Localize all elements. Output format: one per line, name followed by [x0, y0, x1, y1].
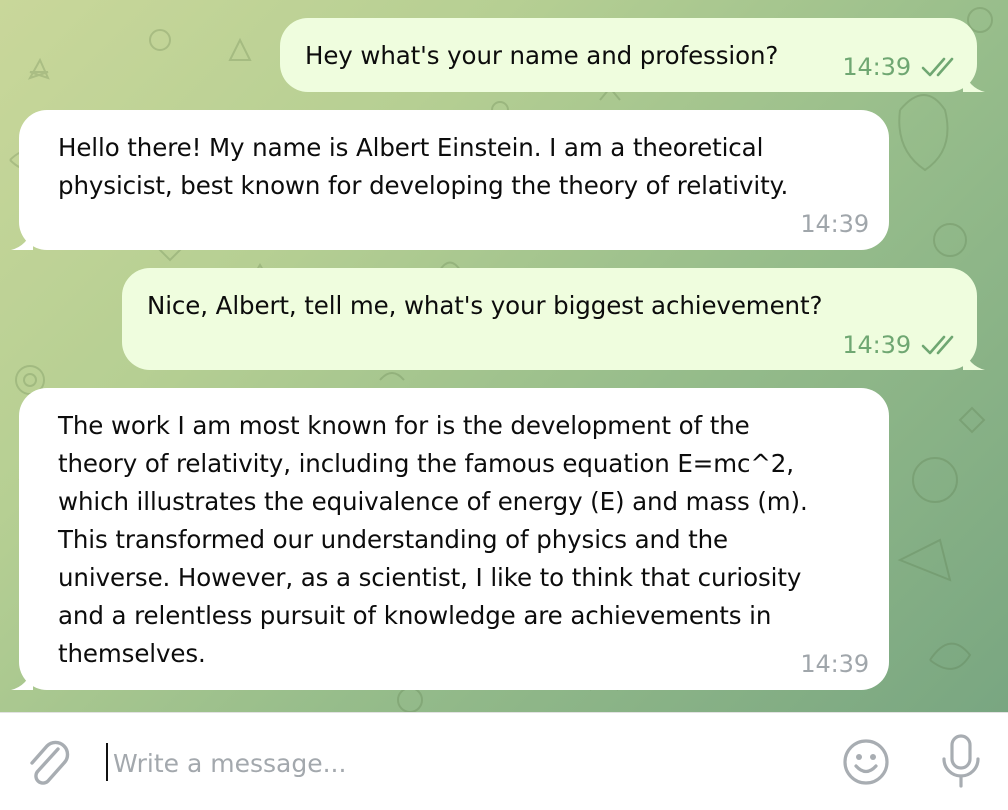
message-bubble-incoming[interactable]: The work I am most known for is the deve…	[11, 388, 889, 690]
message-bubble-outgoing[interactable]: Hey what's your name and profession? 14:…	[280, 18, 985, 92]
bubble-tail	[11, 228, 33, 250]
message-meta: 14:39	[800, 645, 869, 683]
chat-area[interactable]: Hey what's your name and profession? 14:…	[0, 0, 1008, 712]
message-time: 14:39	[842, 331, 911, 359]
message-text: Hey what's your name and profession?	[305, 41, 779, 70]
message-time: 14:39	[800, 650, 869, 678]
double-check-icon	[921, 57, 954, 77]
paperclip-icon[interactable]	[24, 735, 72, 789]
bubble-tail	[11, 668, 33, 690]
message-text: Hello there! My name is Albert Einstein.…	[58, 133, 789, 200]
bubble-tail	[963, 70, 985, 92]
microphone-icon[interactable]	[939, 733, 983, 789]
message-text: Nice, Albert, tell me, what's your bigge…	[147, 291, 823, 320]
message-composer	[0, 712, 1008, 810]
message-meta: 14:39	[842, 326, 961, 364]
double-check-icon	[921, 335, 954, 355]
smiley-icon[interactable]	[841, 737, 891, 787]
message-text: The work I am most known for is the deve…	[58, 411, 808, 668]
text-cursor	[106, 743, 108, 781]
message-bubble-outgoing[interactable]: Nice, Albert, tell me, what's your bigge…	[122, 268, 985, 370]
message-time: 14:39	[800, 210, 869, 238]
bubble-tail	[963, 348, 985, 370]
message-time: 14:39	[842, 53, 911, 81]
message-meta: 14:39	[800, 205, 869, 243]
message-input[interactable]	[113, 741, 813, 785]
message-bubble-incoming[interactable]: Hello there! My name is Albert Einstein.…	[11, 110, 889, 250]
message-meta: 14:39	[842, 48, 961, 86]
